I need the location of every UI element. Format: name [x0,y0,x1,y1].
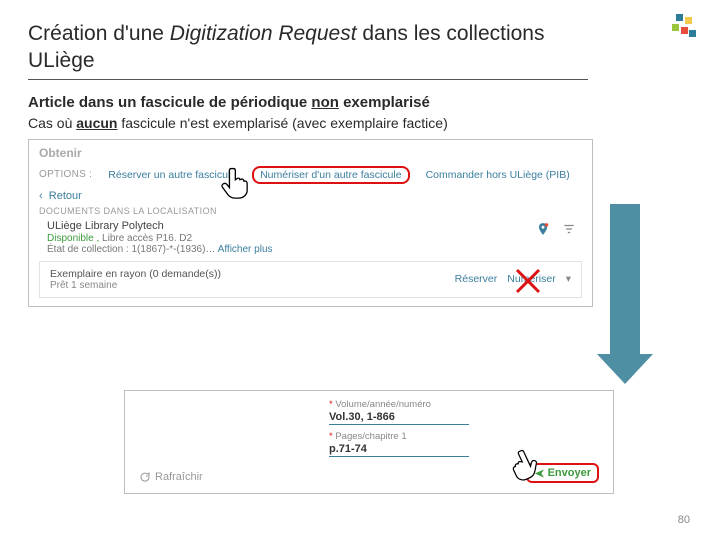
refresh-link[interactable]: Rafraîchir [139,471,203,483]
title-pre: Création d'une [28,22,170,45]
slide-title: Création d'une Digitization Request dans… [28,20,588,80]
volume-label: * Volume/année/numéro [329,399,599,410]
shelf-location: Libre accès P16. D2 [99,233,192,244]
envoyer-button[interactable]: Envoyer [526,463,599,483]
case-line: Cas où aucun fascicule n'est exemplarisé… [28,115,692,131]
uliege-logo [672,14,698,40]
collection-state: État de collection : 1(1867)-*-(1936)… A… [47,244,273,255]
subtitle: Article dans un fascicule de périodique … [28,94,692,111]
title-italic: Digitization Request [170,22,357,45]
loan-period: Prêt 1 semaine [50,280,221,291]
option-reserver[interactable]: Réserver un autre fascicule [108,169,236,181]
pages-label: * Pages/chapitre 1 [329,431,599,442]
obtenir-heading: Obtenir [39,146,582,160]
reserve-link[interactable]: Réserver [455,273,498,285]
down-arrow-annotation [610,204,653,384]
options-label: OPTIONS : [39,169,92,180]
location-block: ULiège Library Polytech Disponible , Lib… [47,220,273,255]
show-more-link[interactable]: Afficher plus [218,244,273,255]
form-panel: * Volume/année/numéro * Pages/chapitre 1… [124,390,614,494]
options-row: OPTIONS : Réserver un autre fascicule Nu… [39,166,582,184]
item-title: Exemplaire en rayon (0 demande(s)) [50,268,221,280]
docs-label: DOCUMENTS DANS LA LOCALISATION [39,206,582,216]
obtenir-panel: Obtenir OPTIONS : Réserver un autre fasc… [28,139,593,307]
retour-link[interactable]: ‹ Retour [39,190,582,202]
location-name: ULiège Library Polytech [47,220,273,232]
option-numeriser-highlight[interactable]: Numériser d'un autre fascicule [252,166,409,184]
page-number: 80 [678,514,690,526]
filter-icon[interactable] [562,222,576,239]
map-pin-icon[interactable] [536,222,550,239]
volume-input[interactable] [329,410,469,425]
refresh-icon [139,471,151,483]
chevron-down-icon[interactable]: ▾ [566,273,571,285]
pages-input[interactable] [329,442,469,457]
option-pib[interactable]: Commander hors ULiège (PIB) [426,169,570,181]
item-row: Exemplaire en rayon (0 demande(s)) Prêt … [39,261,582,298]
availability: Disponible , [47,233,99,244]
digitize-link[interactable]: Numériser [507,273,555,285]
send-icon [534,468,545,479]
